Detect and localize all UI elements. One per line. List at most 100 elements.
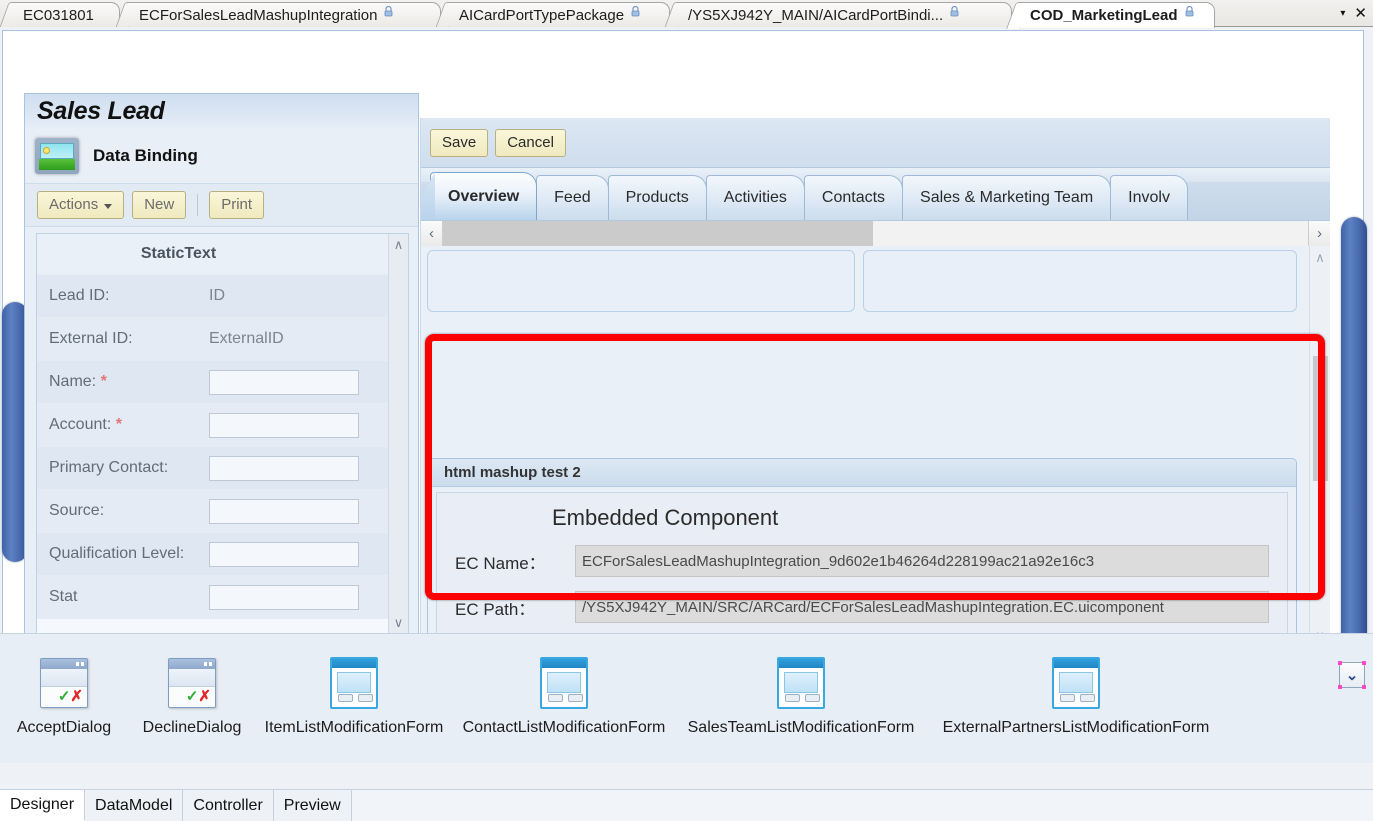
field-label: Source: xyxy=(49,502,105,519)
qualification-level-field[interactable] xyxy=(209,541,359,567)
print-button-label: Print xyxy=(221,196,253,213)
form-scrollbar[interactable]: ∧ ∨ xyxy=(388,234,408,634)
sales-lead-toolbar: Actions New Print xyxy=(25,183,418,227)
account-field[interactable] xyxy=(209,412,359,438)
right-rail-handle[interactable] xyxy=(1341,217,1367,647)
list-item[interactable]: ContactListModificationForm xyxy=(452,654,676,737)
tab-bar-controls: ▾ ✕ xyxy=(1340,0,1367,27)
item-caption: DeclineDialog xyxy=(142,719,242,736)
close-icon[interactable]: ✕ xyxy=(1354,6,1367,21)
tabs-filler xyxy=(351,790,1373,821)
tab-feed[interactable]: Feed xyxy=(536,175,609,220)
expand-chevrons-button[interactable]: ⌄ xyxy=(1338,661,1366,689)
scroll-right-icon[interactable]: › xyxy=(1308,221,1330,246)
save-button[interactable]: Save xyxy=(430,128,489,157)
tab-label: Overview xyxy=(448,187,520,205)
print-button[interactable]: Print xyxy=(209,191,265,219)
actions-button-label: Actions xyxy=(49,196,99,213)
editor-tab-label: AICardPortTypePackage xyxy=(459,6,625,24)
form-icon xyxy=(324,654,384,712)
tab-label: Controller xyxy=(193,796,263,814)
editor-tab-aicardportbinding[interactable]: /YS5XJ942Y_MAIN/AICardPortBindi... xyxy=(677,2,1012,27)
field-label-text: Account: xyxy=(49,416,112,433)
list-item[interactable]: ✓✗ AcceptDialog xyxy=(0,654,128,737)
ec-path-input[interactable]: /YS5XJ942Y_MAIN/SRC/ARCard/ECForSalesLea… xyxy=(575,591,1269,623)
ec-name-label: EC Name： xyxy=(455,553,546,573)
lock-icon xyxy=(384,5,393,17)
name-field[interactable] xyxy=(209,369,359,395)
tab-datamodel[interactable]: DataModel xyxy=(85,790,184,821)
source-field[interactable] xyxy=(209,498,359,524)
tab-involved-parties[interactable]: Involv xyxy=(1110,175,1188,220)
embedded-component-title: Embedded Component xyxy=(552,505,779,530)
sales-lead-identity: Data Binding xyxy=(25,128,418,183)
new-button[interactable]: New xyxy=(132,191,187,219)
scroll-left-icon[interactable]: ‹ xyxy=(421,221,443,246)
scroll-up-icon[interactable]: ∧ xyxy=(1310,250,1330,266)
editor-tab-ec031801[interactable]: EC031801 xyxy=(12,2,120,27)
application-window: EC031801 ECForSalesLeadMashupIntegration… xyxy=(0,0,1373,821)
form-icon xyxy=(534,654,594,712)
item-caption: ContactListModificationForm xyxy=(462,719,666,736)
list-item[interactable]: ItemListModificationForm xyxy=(256,654,452,737)
editor-tab-ecforsalesleadmashupintegration[interactable]: ECForSalesLeadMashupIntegration xyxy=(128,2,441,27)
dialog-icon: ✓✗ xyxy=(34,654,94,712)
actions-button[interactable]: Actions xyxy=(37,191,125,219)
forms-icon-list: ✓✗ AcceptDialog ✓✗ DeclineDialog ItemLis… xyxy=(0,634,1373,737)
embedded-component-body: Embedded Component EC Name： ECForSalesLe… xyxy=(436,492,1288,648)
list-item[interactable]: SalesTeamListModificationForm xyxy=(676,654,926,737)
table-row: Stat xyxy=(37,576,388,619)
required-marker: * xyxy=(100,373,107,390)
editor-tab-label: /YS5XJ942Y_MAIN/AICardPortBindi... xyxy=(688,6,944,24)
dialog-icon: ✓✗ xyxy=(162,654,222,712)
tab-horizontal-scrollbar[interactable]: ‹ › xyxy=(421,220,1330,246)
toolbar-divider xyxy=(197,194,199,216)
tab-activities[interactable]: Activities xyxy=(705,175,805,220)
tab-label: Involv xyxy=(1128,189,1170,206)
overview-card-left xyxy=(427,250,855,312)
cancel-button[interactable]: Cancel xyxy=(495,128,566,157)
scroll-up-icon[interactable]: ∧ xyxy=(394,237,404,253)
editor-tab-aicardporttypepackage[interactable]: AICardPortTypePackage xyxy=(448,2,670,27)
page-title: Sales Lead xyxy=(25,94,418,128)
form-icon xyxy=(1046,654,1106,712)
tab-contacts[interactable]: Contacts xyxy=(803,175,904,220)
tab-sales-marketing-team[interactable]: Sales & Marketing Team xyxy=(902,175,1112,220)
tab-overview[interactable]: Overview xyxy=(430,172,538,220)
tab-scroll-track[interactable] xyxy=(443,221,1308,246)
tab-preview[interactable]: Preview xyxy=(273,790,352,821)
table-row: External ID: ExternalID xyxy=(37,318,388,361)
content-scrollbar-thumb[interactable] xyxy=(1313,356,1328,481)
form-icon xyxy=(771,654,831,712)
tab-label: Designer xyxy=(10,795,75,813)
content-vertical-scrollbar[interactable]: ∧ ∨ xyxy=(1309,246,1330,648)
table-row: Qualification Level: xyxy=(37,533,388,576)
tab-products[interactable]: Products xyxy=(607,175,707,220)
app-tab-strip: Overview Feed Products Activities Contac… xyxy=(421,168,1330,220)
preview-app-area: Save Cancel Overview Feed Products Activ… xyxy=(420,118,1330,648)
required-marker: * xyxy=(115,416,122,433)
data-binding-label: Data Binding xyxy=(93,145,198,165)
field-label: Qualification Level: xyxy=(49,545,185,562)
status-field[interactable] xyxy=(209,584,359,610)
field-label: External ID: xyxy=(49,330,133,347)
tab-designer[interactable]: Designer xyxy=(0,790,86,821)
overview-content: html mashup test 2 Embedded Component EC… xyxy=(421,246,1330,648)
overview-card-right xyxy=(863,250,1297,312)
chevron-double-down-icon: ⌄ xyxy=(1345,667,1359,684)
tab-scroll-thumb[interactable] xyxy=(443,221,873,246)
scroll-down-icon[interactable]: ∨ xyxy=(394,615,404,631)
primary-contact-field[interactable] xyxy=(209,455,359,481)
editor-tab-label: EC031801 xyxy=(23,6,94,24)
item-caption: ItemListModificationForm xyxy=(264,719,444,736)
list-item[interactable]: ExternalPartnersListModificationForm xyxy=(926,654,1226,737)
field-label-text: Name: xyxy=(49,373,97,390)
item-caption: SalesTeamListModificationForm xyxy=(687,719,915,736)
tab-controller[interactable]: Controller xyxy=(183,790,274,821)
tab-label: Contacts xyxy=(821,189,886,206)
ec-name-input[interactable]: ECForSalesLeadMashupIntegration_9d602e1b… xyxy=(575,545,1269,577)
list-item[interactable]: ✓✗ DeclineDialog xyxy=(128,654,256,737)
field-value: ID xyxy=(209,287,225,304)
chevron-down-icon[interactable]: ▾ xyxy=(1340,8,1345,19)
editor-tab-cod-marketinglead[interactable]: COD_MarketingLead xyxy=(1019,2,1215,28)
